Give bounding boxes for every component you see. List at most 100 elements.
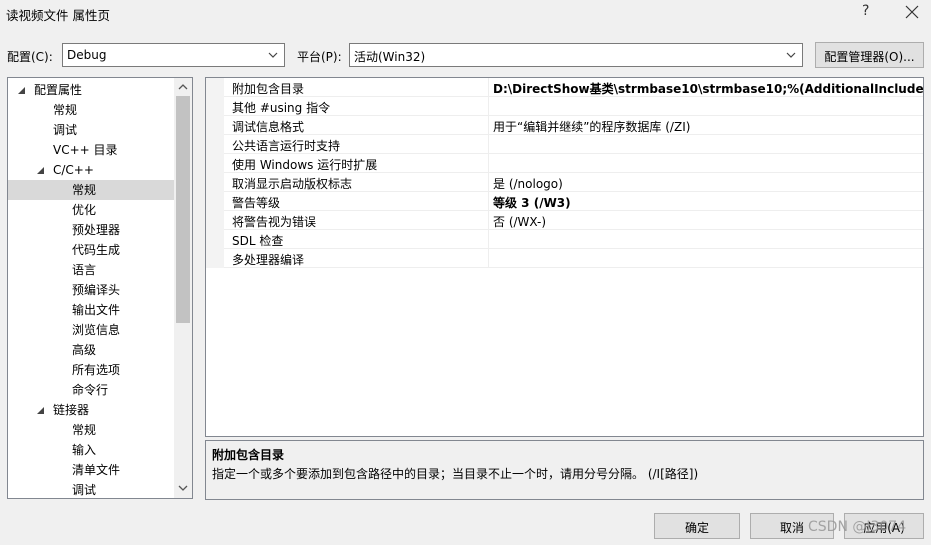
property-value[interactable] — [488, 154, 923, 173]
tree-item[interactable]: 语言 — [8, 260, 174, 280]
expanded-arrow-icon[interactable] — [18, 87, 25, 94]
tree-item-label: 预处理器 — [72, 223, 121, 237]
expanded-arrow-icon[interactable] — [37, 407, 44, 414]
tree-item-label: 优化 — [72, 203, 97, 217]
property-name: 警告等级 — [232, 196, 281, 210]
tree-item-label: 常规 — [53, 103, 78, 117]
tree-item-label: VC++ 目录 — [53, 143, 118, 157]
tree-item[interactable]: 常规 — [8, 100, 174, 120]
property-name: 多处理器编译 — [232, 253, 305, 267]
tree-item-label: 输入 — [72, 443, 97, 457]
property-name: 其他 #using 指令 — [232, 101, 331, 115]
close-icon[interactable] — [904, 4, 920, 20]
row-gutter — [206, 192, 224, 211]
tree-item[interactable]: 所有选项 — [8, 360, 174, 380]
chevron-down-icon — [268, 52, 278, 58]
property-value[interactable]: 是 (/nologo) — [488, 173, 923, 192]
row-gutter — [206, 97, 224, 116]
help-button[interactable]: ? — [862, 3, 869, 19]
property-row[interactable]: 取消显示启动版权标志 是 (/nologo) — [206, 173, 923, 192]
tree-item[interactable]: 常规 — [8, 420, 174, 440]
tree-item[interactable]: 浏览信息 — [8, 320, 174, 340]
tree-item-label: 命令行 — [72, 383, 109, 397]
title-bar: 读视频文件 属性页 ? — [0, 0, 931, 28]
tree-item-label: 语言 — [72, 263, 97, 277]
tree-item-label: 高级 — [72, 343, 97, 357]
row-gutter — [206, 173, 224, 192]
property-row[interactable]: 附加包含目录 D:\DirectShow基类\strmbase10\strmbas… — [206, 78, 923, 97]
property-value[interactable]: D:\DirectShow基类\strmbase10\strmbase10;%(… — [488, 78, 923, 97]
description-panel: 附加包含目录 指定一个或多个要添加到包含路径中的目录；当目录不止一个时，请用分号… — [205, 440, 924, 500]
tree-item[interactable]: 优化 — [8, 200, 174, 220]
property-row[interactable]: SDL 检查 — [206, 230, 923, 249]
description-title: 附加包含目录 — [212, 448, 285, 462]
row-gutter — [206, 154, 224, 173]
config-manager-button[interactable]: 配置管理器(O)... — [815, 42, 924, 68]
tree-scrollbar[interactable] — [174, 78, 192, 498]
tree-item[interactable]: 命令行 — [8, 380, 174, 400]
property-value[interactable] — [488, 230, 923, 249]
property-row[interactable]: 公共语言运行时支持 — [206, 135, 923, 154]
scrollbar-thumb[interactable] — [176, 96, 190, 323]
property-value[interactable]: 等级 3 (/W3) — [488, 192, 923, 211]
tree-item[interactable]: C/C++ — [8, 160, 174, 180]
row-gutter — [206, 78, 224, 97]
property-value[interactable]: 否 (/WX-) — [488, 211, 923, 230]
property-value[interactable]: 用于“编辑并继续”的程序数据库 (/ZI) — [488, 116, 923, 135]
tree-item-label: 所有选项 — [72, 363, 121, 377]
tree-item[interactable]: 预处理器 — [8, 220, 174, 240]
tree-item[interactable]: 调试 — [8, 480, 174, 498]
tree-item[interactable]: 常规 — [8, 180, 174, 200]
scroll-up-icon[interactable] — [178, 83, 188, 91]
ok-button[interactable]: 确定 — [654, 513, 740, 539]
property-value[interactable] — [488, 97, 923, 116]
tree-item[interactable]: VC++ 目录 — [8, 140, 174, 160]
row-gutter — [206, 116, 224, 135]
property-row[interactable]: 其他 #using 指令 — [206, 97, 923, 116]
property-row[interactable]: 多处理器编译 — [206, 249, 923, 268]
property-name: SDL 检查 — [232, 234, 284, 248]
platform-select[interactable]: 活动(Win32) — [349, 43, 803, 67]
platform-label: 平台(P): — [297, 50, 342, 64]
property-row[interactable]: 调试信息格式 用于“编辑并继续”的程序数据库 (/ZI) — [206, 116, 923, 135]
property-name: 附加包含目录 — [232, 82, 305, 96]
tree-item-label: 调试 — [53, 123, 78, 137]
property-tree[interactable]: 配置属性 常规 调试 VC++ 目录 C/C++ 常规 优化 预处理器 代码生成 语言 预编译头 输出… — [7, 77, 193, 499]
config-select[interactable]: Debug — [62, 43, 285, 67]
property-value[interactable] — [488, 249, 923, 268]
property-name: 公共语言运行时支持 — [232, 139, 341, 153]
window-title: 读视频文件 属性页 — [6, 8, 110, 23]
row-gutter — [206, 249, 224, 268]
property-name: 使用 Windows 运行时扩展 — [232, 158, 378, 172]
tree-item-label: 常规 — [72, 423, 97, 437]
tree-item-label: C/C++ — [53, 163, 94, 177]
tree-item[interactable]: 预编译头 — [8, 280, 174, 300]
property-row[interactable]: 将警告视为错误 否 (/WX-) — [206, 211, 923, 230]
tree-item-label: 代码生成 — [72, 243, 121, 257]
tree-item[interactable]: 输出文件 — [8, 300, 174, 320]
expanded-arrow-icon[interactable] — [37, 167, 44, 174]
scroll-down-icon[interactable] — [178, 484, 188, 492]
property-name: 调试信息格式 — [232, 120, 305, 134]
tree-item[interactable]: 高级 — [8, 340, 174, 360]
tree-item-label: 链接器 — [53, 403, 90, 417]
property-grid[interactable]: 附加包含目录 D:\DirectShow基类\strmbase10\strmbas… — [205, 77, 924, 437]
tree-item[interactable]: 调试 — [8, 120, 174, 140]
tree-item-label: 调试 — [72, 483, 97, 497]
row-gutter — [206, 135, 224, 154]
row-gutter — [206, 230, 224, 249]
tree-item-label: 配置属性 — [34, 83, 83, 97]
description-text: 指定一个或多个要添加到包含路径中的目录；当目录不止一个时，请用分号分隔。 (/I… — [212, 467, 699, 481]
tree-item[interactable]: 代码生成 — [8, 240, 174, 260]
tree-item[interactable]: 清单文件 — [8, 460, 174, 480]
property-row[interactable]: 警告等级 等级 3 (/W3) — [206, 192, 923, 211]
property-name: 将警告视为错误 — [232, 215, 317, 229]
tree-item[interactable]: 输入 — [8, 440, 174, 460]
tree-item[interactable]: 链接器 — [8, 400, 174, 420]
tree-item-label: 浏览信息 — [72, 323, 121, 337]
tree-item[interactable]: 配置属性 — [8, 80, 174, 100]
property-row[interactable]: 使用 Windows 运行时扩展 — [206, 154, 923, 173]
row-gutter — [206, 211, 224, 230]
property-value[interactable] — [488, 135, 923, 154]
tree-item-label: 常规 — [72, 183, 97, 197]
